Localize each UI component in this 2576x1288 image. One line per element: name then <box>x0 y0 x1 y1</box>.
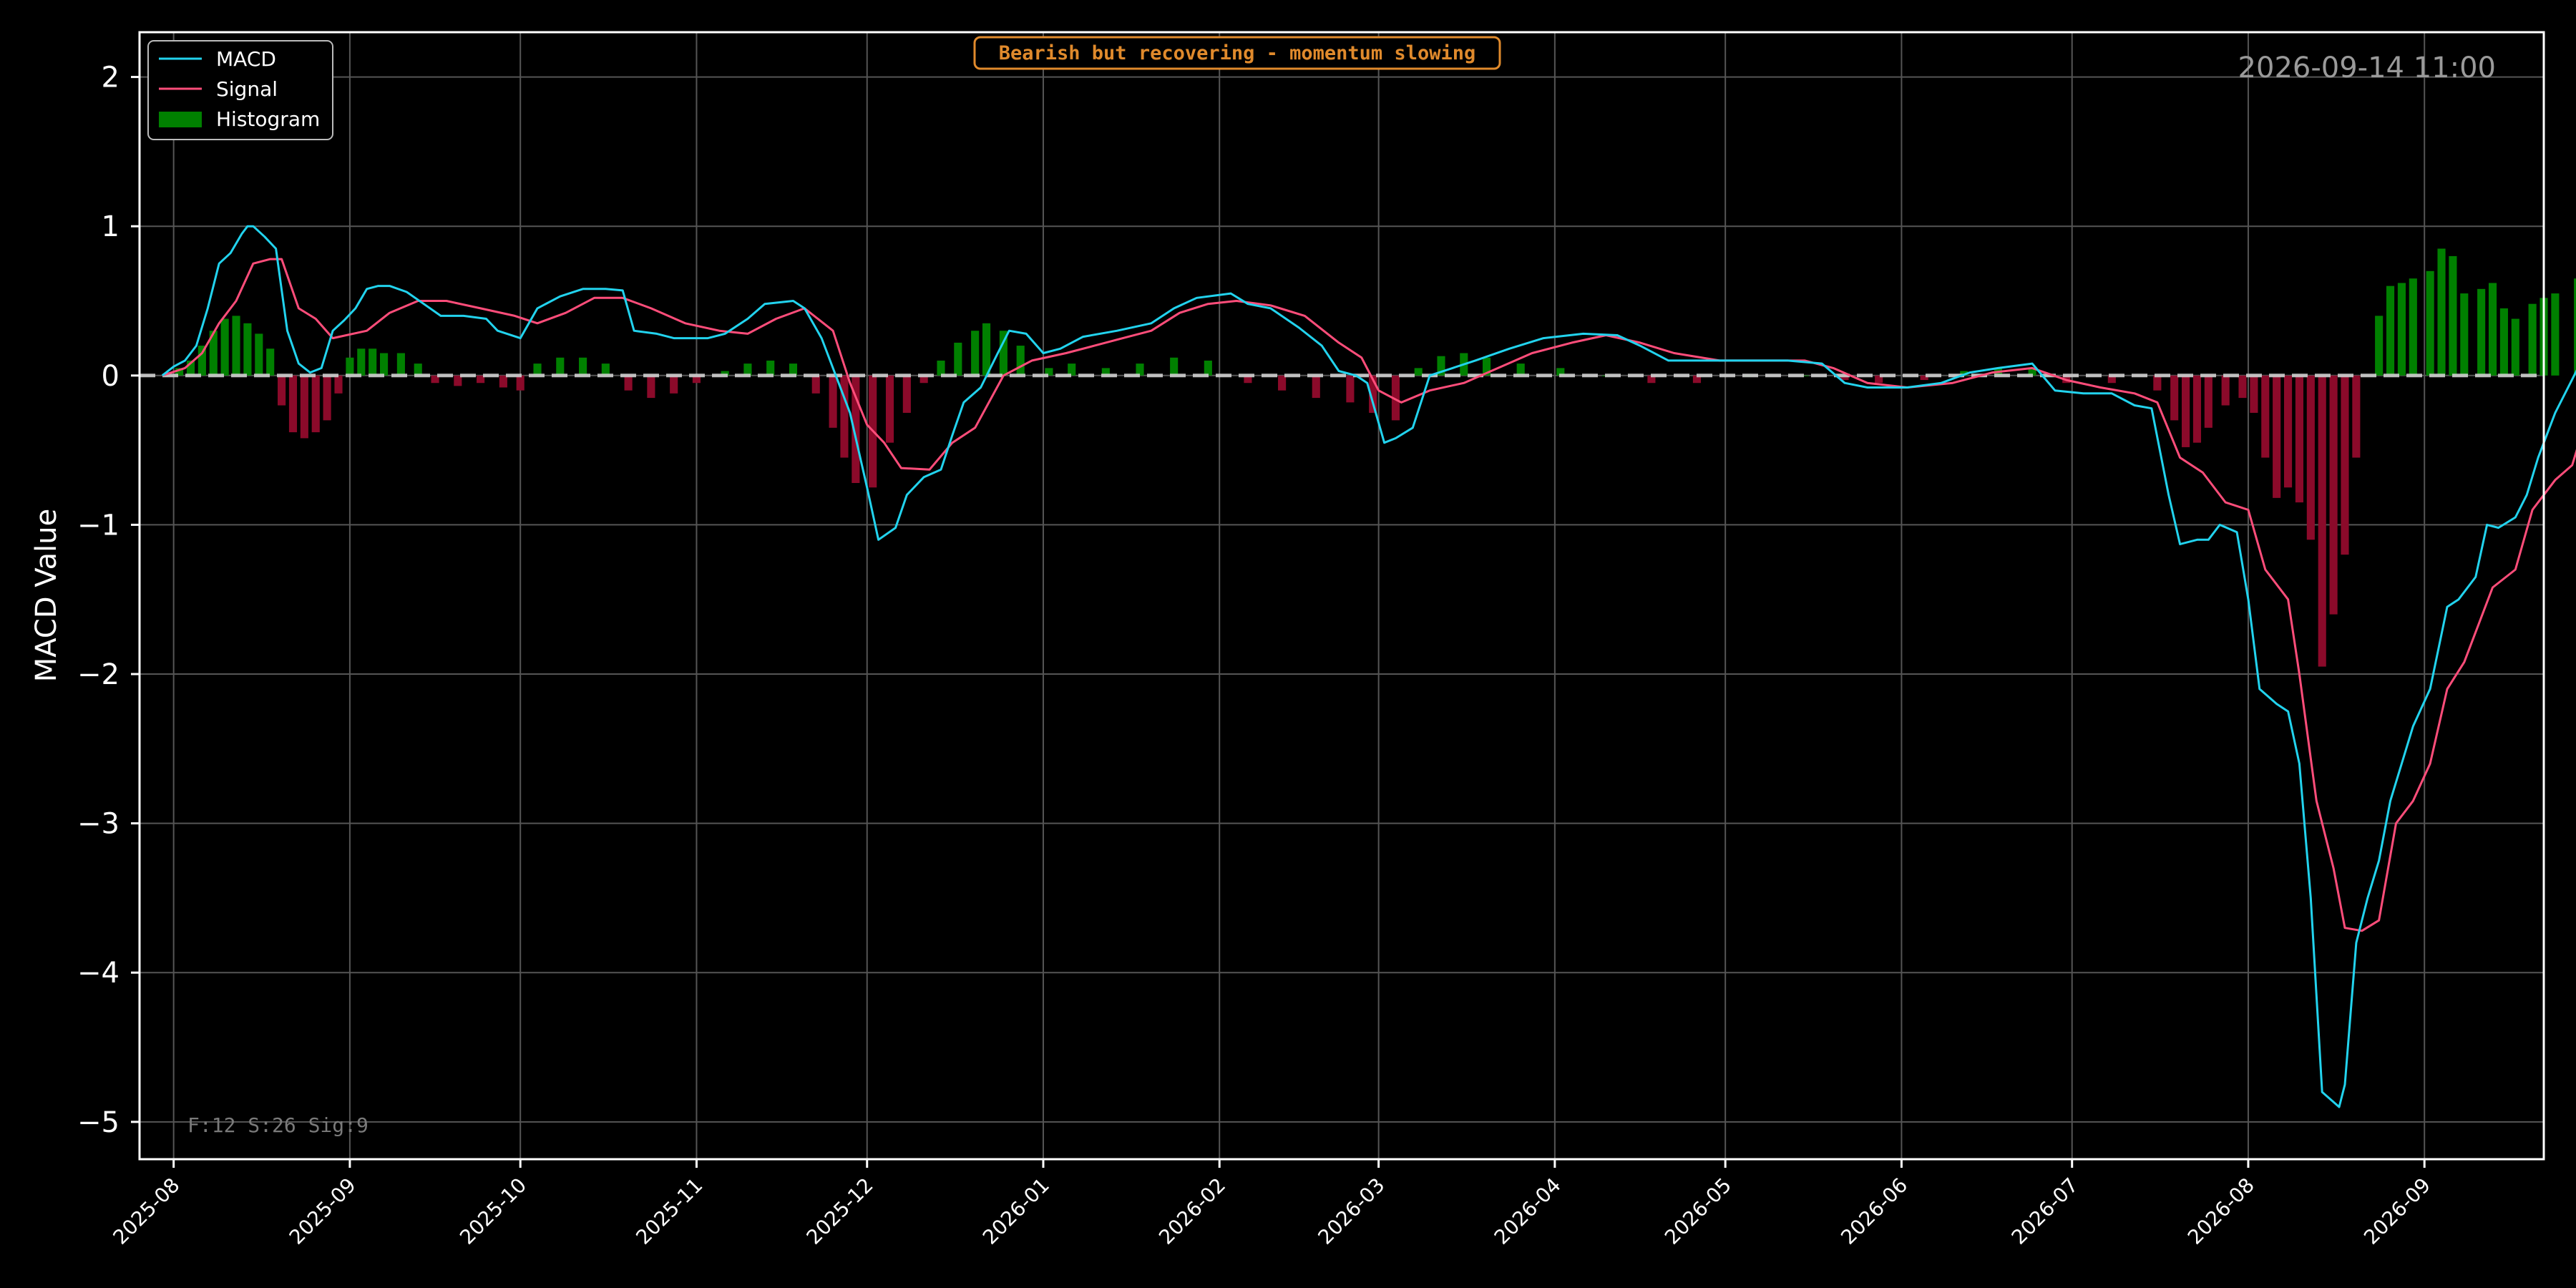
y-tick-label: 2 <box>102 62 119 94</box>
histogram-bar <box>1414 368 1423 376</box>
histogram-bar <box>1312 375 1320 399</box>
histogram-bar <box>2250 375 2258 413</box>
histogram-bar <box>670 375 678 394</box>
histogram-bar <box>2238 375 2247 399</box>
legend-macd-label: MACD <box>216 47 276 71</box>
histogram-bar <box>334 375 343 394</box>
histogram-bar <box>2397 283 2406 376</box>
histogram-bar <box>2341 375 2349 555</box>
y-tick-label: −5 <box>77 1106 119 1139</box>
histogram-bar <box>414 364 422 376</box>
legend-histogram-label: Histogram <box>216 107 320 131</box>
histogram-bar <box>743 364 752 376</box>
histogram-bar <box>2352 375 2361 458</box>
histogram-bar <box>2511 318 2519 376</box>
y-tick-label: 1 <box>102 210 119 243</box>
histogram-bar <box>499 375 507 388</box>
histogram-bar <box>2182 375 2190 447</box>
y-tick-label: −2 <box>77 658 119 691</box>
histogram-bar <box>1170 357 1179 376</box>
histogram-bar <box>266 348 275 376</box>
histogram-bar <box>2170 375 2179 421</box>
histogram-bar <box>1346 375 1355 403</box>
histogram-bar <box>2273 375 2281 498</box>
histogram-bar <box>2386 286 2395 376</box>
histogram-bar <box>1016 346 1025 376</box>
histogram-bar <box>533 364 542 376</box>
histogram-bar <box>829 375 837 428</box>
histogram-bar <box>937 360 945 376</box>
histogram-bar <box>601 364 610 376</box>
histogram-bar <box>323 375 331 421</box>
histogram-bar <box>556 357 565 376</box>
histogram-bar <box>346 357 354 376</box>
histogram-bar <box>2499 308 2508 376</box>
y-tick-label: 0 <box>102 360 119 393</box>
histogram-bar <box>300 375 308 439</box>
histogram-bar <box>971 331 980 376</box>
histogram-bar <box>369 348 377 376</box>
histogram-bar <box>2329 375 2338 615</box>
histogram-bar <box>1278 375 1287 391</box>
y-tick-label: −3 <box>77 808 119 841</box>
macd-chart: 210−1−2−3−4−5 2025-08 2025-09 2025-10 2025-… <box>0 0 2576 1288</box>
histogram-bar <box>1204 360 1212 376</box>
histogram-bar <box>243 323 252 376</box>
y-tick-label: −1 <box>77 509 119 542</box>
histogram-bar <box>278 375 286 406</box>
histogram-bar <box>2295 375 2303 503</box>
momentum-annotation: Bearish but recovering - momentum slowin… <box>973 36 1501 70</box>
histogram-bar <box>232 316 240 376</box>
histogram-bar <box>1068 364 1076 376</box>
histogram-bar <box>2551 293 2560 376</box>
chart-background <box>0 0 2576 1288</box>
histogram-bar <box>2437 248 2446 376</box>
histogram-bar <box>255 333 263 376</box>
histogram-bar <box>380 353 389 376</box>
histogram-bar <box>2375 316 2384 376</box>
histogram-bar <box>1516 364 1525 376</box>
histogram-bar <box>982 323 991 376</box>
histogram-bar <box>2477 288 2486 376</box>
histogram-bar <box>2261 375 2270 458</box>
histogram-bar <box>2449 255 2457 376</box>
y-axis-label: MACD Value <box>30 509 63 682</box>
histogram-bar <box>2306 375 2315 540</box>
annotation-text: Bearish but recovering - momentum slowin… <box>999 42 1475 64</box>
histogram-bar <box>2192 375 2202 443</box>
y-tick-label: −4 <box>77 957 119 990</box>
histogram-bar <box>2153 375 2162 391</box>
histogram-bar <box>2528 303 2537 376</box>
histogram-bar <box>766 360 775 376</box>
histogram-bar <box>2318 375 2326 667</box>
legend-signal-label: Signal <box>216 77 278 101</box>
histogram-bar <box>624 375 633 391</box>
histogram-bar <box>2426 270 2434 376</box>
legend: MACD Signal Histogram <box>147 40 333 140</box>
histogram-bar <box>885 375 894 443</box>
histogram-bar <box>2409 278 2417 376</box>
histogram-bar <box>396 353 405 376</box>
histogram-bar <box>288 375 298 433</box>
histogram-bar <box>2221 375 2230 406</box>
histogram-bar <box>647 375 655 399</box>
histogram-bar <box>902 375 911 413</box>
histogram-bar <box>2283 375 2293 488</box>
histogram-bar <box>954 342 962 376</box>
legend-histogram-swatch <box>159 112 202 127</box>
params-label: F:12 S:26 Sig:9 <box>187 1113 369 1137</box>
histogram-bar <box>2488 283 2497 376</box>
histogram-bar <box>357 348 366 376</box>
histogram-bar <box>789 364 798 376</box>
histogram-bar <box>220 318 229 376</box>
histogram-bar <box>811 375 820 394</box>
timestamp: 2026-09-14 11:00 <box>2238 52 2496 84</box>
histogram-bar <box>516 375 525 391</box>
histogram-bar <box>579 357 587 376</box>
histogram-bar <box>2204 375 2212 428</box>
histogram-bar <box>2460 293 2469 376</box>
histogram-bar <box>311 375 320 433</box>
histogram-bar <box>1136 364 1144 376</box>
